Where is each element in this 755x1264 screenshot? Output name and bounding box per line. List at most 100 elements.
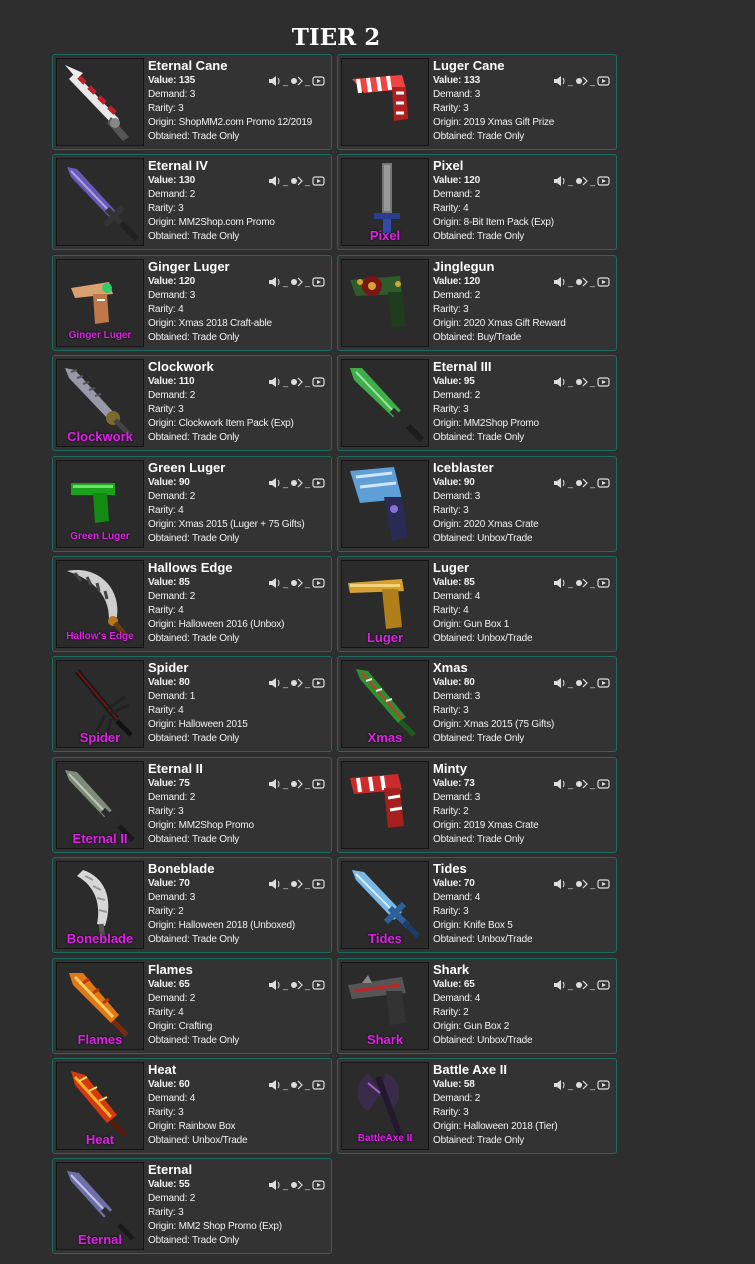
item-thumbnail[interactable]: Shark: [341, 962, 429, 1050]
sound-icon[interactable]: [553, 376, 566, 388]
effect-icon[interactable]: [290, 878, 303, 890]
item-card[interactable]: Xmas Xmas Value: 80 Demand: 3 Rarity: 3 Origi…: [337, 656, 617, 752]
video-icon[interactable]: [597, 75, 610, 87]
sound-icon[interactable]: [268, 778, 281, 790]
effect-icon[interactable]: [575, 979, 588, 991]
item-thumbnail[interactable]: Xmas: [341, 660, 429, 748]
sound-icon[interactable]: [268, 477, 281, 489]
effect-icon[interactable]: [575, 477, 588, 489]
sound-icon[interactable]: [553, 577, 566, 589]
sound-icon[interactable]: [553, 175, 566, 187]
sound-icon[interactable]: [553, 75, 566, 87]
item-thumbnail[interactable]: [341, 259, 429, 347]
item-card[interactable]: Spider Spider Value: 80 Demand: 1 Rarity: 4O…: [52, 656, 332, 752]
item-card[interactable]: Heat Heat Value: 60 Demand: 4 Rarity: 3 Origi…: [52, 1058, 332, 1154]
effect-icon[interactable]: [575, 677, 588, 689]
item-thumbnail[interactable]: [341, 359, 429, 447]
item-thumbnail[interactable]: [56, 158, 144, 246]
effect-icon[interactable]: [575, 878, 588, 890]
effect-icon[interactable]: [575, 577, 588, 589]
item-card[interactable]: Eternal II Eternal II Value: 75 Demand: 2 Ra…: [52, 757, 332, 853]
effect-icon[interactable]: [575, 778, 588, 790]
video-icon[interactable]: [312, 878, 325, 890]
sound-icon[interactable]: [268, 1079, 281, 1091]
video-icon[interactable]: [597, 577, 610, 589]
item-thumbnail[interactable]: Boneblade: [56, 861, 144, 949]
item-thumbnail[interactable]: Ginger Luger: [56, 259, 144, 347]
sound-icon[interactable]: [553, 979, 566, 991]
effect-icon[interactable]: [290, 1079, 303, 1091]
sound-icon[interactable]: [268, 75, 281, 87]
effect-icon[interactable]: [575, 75, 588, 87]
item-card[interactable]: Tides Tides Value: 70 Demand: 4 Rarity: 3 Ori…: [337, 857, 617, 953]
video-icon[interactable]: [312, 175, 325, 187]
sound-icon[interactable]: [268, 577, 281, 589]
effect-icon[interactable]: [575, 376, 588, 388]
item-thumbnail[interactable]: Eternal: [56, 1162, 144, 1250]
sound-icon[interactable]: [553, 778, 566, 790]
video-icon[interactable]: [312, 577, 325, 589]
effect-icon[interactable]: [290, 175, 303, 187]
item-thumbnail[interactable]: Flames: [56, 962, 144, 1050]
video-icon[interactable]: [312, 477, 325, 489]
item-card[interactable]: Eternal Eternal Value: 55 Demand: 2 Rarity: …: [52, 1158, 332, 1254]
video-icon[interactable]: [312, 778, 325, 790]
item-card[interactable]: Jinglegun Value: 120 Demand: 2 Rarity: 3 Ori…: [337, 255, 617, 351]
sound-icon[interactable]: [268, 677, 281, 689]
item-thumbnail[interactable]: BattleAxe II: [341, 1062, 429, 1150]
sound-icon[interactable]: [268, 1179, 281, 1191]
sound-icon[interactable]: [553, 1079, 566, 1091]
video-icon[interactable]: [312, 1179, 325, 1191]
video-icon[interactable]: [597, 376, 610, 388]
video-icon[interactable]: [597, 979, 610, 991]
item-card[interactable]: Luger Luger Value: 85 Demand: 4 Rarity: 4 Ori…: [337, 556, 617, 652]
sound-icon[interactable]: [268, 979, 281, 991]
effect-icon[interactable]: [575, 276, 588, 288]
video-icon[interactable]: [597, 1079, 610, 1091]
effect-icon[interactable]: [290, 979, 303, 991]
item-thumbnail[interactable]: Tides: [341, 861, 429, 949]
effect-icon[interactable]: [290, 477, 303, 489]
effect-icon[interactable]: [290, 577, 303, 589]
item-card[interactable]: Minty Value: 73 Demand: 3 Rarity: 2 Origin: …: [337, 757, 617, 853]
item-card[interactable]: Flames Flames Value: 65 Demand: 2 Rarity: 4O…: [52, 958, 332, 1054]
item-thumbnail[interactable]: Green Luger: [56, 460, 144, 548]
effect-icon[interactable]: [290, 1179, 303, 1191]
effect-icon[interactable]: [575, 175, 588, 187]
item-thumbnail[interactable]: [341, 761, 429, 849]
video-icon[interactable]: [597, 276, 610, 288]
item-thumbnail[interactable]: Eternal II: [56, 761, 144, 849]
item-card[interactable]: Eternal IV Value: 130 Demand: 2 Rarity: 3 Or…: [52, 154, 332, 250]
item-thumbnail[interactable]: [341, 58, 429, 146]
video-icon[interactable]: [597, 175, 610, 187]
item-thumbnail[interactable]: Hallow's Edge: [56, 560, 144, 648]
item-card[interactable]: Green Luger Green Luger Value: 90 Demand: 2…: [52, 456, 332, 552]
sound-icon[interactable]: [268, 276, 281, 288]
item-thumbnail[interactable]: Pixel: [341, 158, 429, 246]
sound-icon[interactable]: [553, 677, 566, 689]
video-icon[interactable]: [597, 778, 610, 790]
item-thumbnail[interactable]: [341, 460, 429, 548]
video-icon[interactable]: [312, 75, 325, 87]
effect-icon[interactable]: [575, 1079, 588, 1091]
item-card[interactable]: BattleAxe II Battle Axe II Value: 58 Demand…: [337, 1058, 617, 1154]
item-thumbnail[interactable]: Heat: [56, 1062, 144, 1150]
video-icon[interactable]: [312, 376, 325, 388]
item-card[interactable]: Hallow's Edge Hallows Edge Value: 85 Demand…: [52, 556, 332, 652]
sound-icon[interactable]: [553, 276, 566, 288]
sound-icon[interactable]: [268, 376, 281, 388]
video-icon[interactable]: [312, 979, 325, 991]
effect-icon[interactable]: [290, 75, 303, 87]
item-thumbnail[interactable]: Spider: [56, 660, 144, 748]
item-card[interactable]: Iceblaster Value: 90 Demand: 3 Rarity: 3 Ori…: [337, 456, 617, 552]
item-card[interactable]: Boneblade Boneblade Value: 70 Demand: 3 Rari…: [52, 857, 332, 953]
item-card[interactable]: Eternal Cane Value: 135 Demand: 3 Rarity: 3…: [52, 54, 332, 150]
video-icon[interactable]: [597, 677, 610, 689]
item-card[interactable]: Shark Shark Value: 65 Demand: 4 Rarity: 2 Ori…: [337, 958, 617, 1054]
sound-icon[interactable]: [268, 878, 281, 890]
video-icon[interactable]: [312, 677, 325, 689]
sound-icon[interactable]: [553, 878, 566, 890]
video-icon[interactable]: [312, 276, 325, 288]
effect-icon[interactable]: [290, 276, 303, 288]
video-icon[interactable]: [312, 1079, 325, 1091]
